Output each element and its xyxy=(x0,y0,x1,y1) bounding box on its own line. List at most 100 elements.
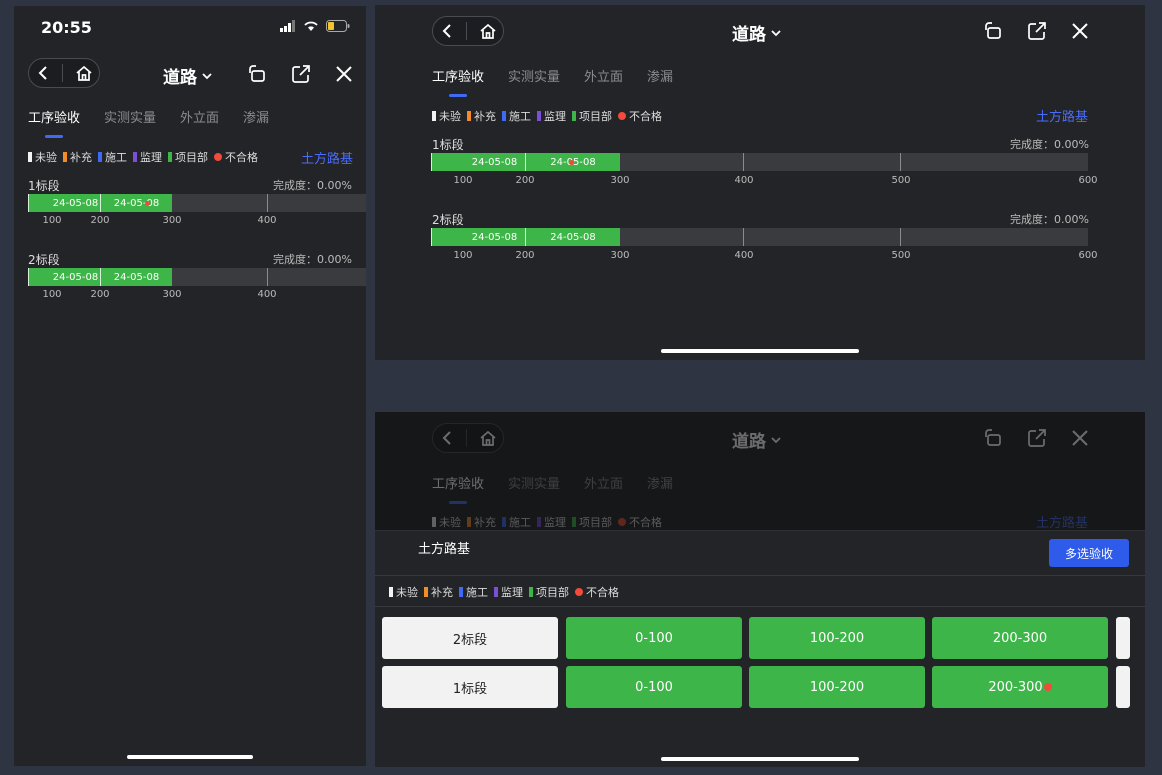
wifi-icon xyxy=(304,21,318,31)
nav-capsule xyxy=(432,16,504,46)
rotate-icon xyxy=(985,22,1001,39)
signal-icon xyxy=(280,20,295,32)
tick-label: 300 xyxy=(162,289,182,300)
tick-label: 400 xyxy=(257,215,277,226)
external-link-icon xyxy=(292,65,310,83)
divider xyxy=(375,606,1145,607)
external-link-icon xyxy=(1028,22,1046,40)
tick-label: 600 xyxy=(1078,175,1098,186)
segment-track[interactable]: 24-05-08 24-05-08 xyxy=(431,228,1088,246)
sheet-title: 土方路基 xyxy=(418,542,471,557)
switch-button[interactable] xyxy=(248,64,268,84)
tab-facade[interactable]: 外立面 xyxy=(180,107,219,126)
tab-leakage[interactable]: 渗漏 xyxy=(243,107,269,126)
home-indicator[interactable] xyxy=(661,349,859,353)
tab-process-acceptance[interactable]: 工序验收 xyxy=(432,66,484,85)
category-link[interactable]: 土方路基 xyxy=(1036,106,1088,125)
segment-progress: 完成度：0.00% xyxy=(1010,138,1089,151)
defect-marker xyxy=(1043,683,1052,691)
tick-mark xyxy=(267,194,268,212)
inspection-block[interactable]: 24-05-08 xyxy=(431,153,525,171)
segment-row: 2标段 完成度：0.00% xyxy=(28,251,352,267)
inspection-block[interactable]: 24-05-08 xyxy=(100,268,172,286)
legend-item: 不合格 xyxy=(575,584,619,600)
inspection-block[interactable]: 24-05-08 xyxy=(431,228,525,246)
range-cell-label: 200-300 xyxy=(988,679,1043,695)
tick-mark xyxy=(743,153,744,171)
segment-label-cell: 2标段 xyxy=(382,617,558,659)
tick-label: 400 xyxy=(734,250,754,261)
tick-label: 200 xyxy=(90,289,110,300)
inspection-block[interactable]: 24-05-08 xyxy=(100,194,172,212)
legend: 未验 补充 施工 监理 项目部 不合格 xyxy=(389,584,619,600)
close-icon xyxy=(336,66,352,82)
segment-track[interactable]: 24-05-08 24-05-08 xyxy=(28,194,366,212)
legend-item: 补充 xyxy=(424,584,453,600)
legend-item: 未验 xyxy=(389,584,418,600)
segment-track[interactable]: 24-05-08 24-05-08 xyxy=(431,153,1088,171)
tick-label: 100 xyxy=(453,175,473,186)
tick-label: 200 xyxy=(515,250,535,261)
nav-bar: 道路 xyxy=(14,56,366,100)
category-link[interactable]: 土方路基 xyxy=(301,148,353,167)
tab-measurement[interactable]: 实测实量 xyxy=(508,66,560,85)
share-button[interactable] xyxy=(1027,21,1047,41)
tab-measurement[interactable]: 实测实量 xyxy=(104,107,156,126)
home-indicator[interactable] xyxy=(127,755,253,759)
inspection-block[interactable]: 24-05-08 xyxy=(28,268,100,286)
range-cell[interactable]: 200-300 xyxy=(932,617,1108,659)
home-icon[interactable] xyxy=(75,65,93,81)
defect-marker xyxy=(569,160,574,165)
inspection-block[interactable]: 24-05-08 xyxy=(28,194,100,212)
multi-select-button[interactable]: 多选验收 xyxy=(1049,539,1129,567)
overlay-mask[interactable] xyxy=(375,412,1145,530)
inspection-block[interactable]: 24-05-08 xyxy=(525,228,620,246)
close-button[interactable] xyxy=(335,65,353,83)
home-indicator[interactable] xyxy=(661,757,859,761)
switch-button[interactable] xyxy=(984,21,1004,41)
segment-name: 2标段 xyxy=(28,253,60,267)
home-icon[interactable] xyxy=(479,23,497,39)
legend-item: 监理 xyxy=(537,108,566,124)
page-title[interactable]: 道路 xyxy=(732,20,782,45)
back-icon[interactable] xyxy=(439,23,455,39)
legend-item: 不合格 xyxy=(618,108,662,124)
range-cell[interactable]: 200-300 xyxy=(932,666,1108,708)
segment-track[interactable]: 24-05-08 24-05-08 xyxy=(28,268,366,286)
tick-label: 200 xyxy=(515,175,535,186)
close-icon xyxy=(1072,23,1088,39)
page-title-text: 道路 xyxy=(163,68,197,88)
tablet-screen: 道路 工序验收 实测实量 外立面 渗漏 未验 补充 施工 监理 项目部 不合格 … xyxy=(375,5,1145,360)
tick-label: 100 xyxy=(42,289,62,300)
tab-leakage[interactable]: 渗漏 xyxy=(647,66,673,85)
tab-process-acceptance[interactable]: 工序验收 xyxy=(28,107,80,126)
segment-name: 1标段 xyxy=(28,179,60,193)
share-button[interactable] xyxy=(291,64,311,84)
tick-label: 300 xyxy=(610,175,630,186)
segment-name: 1标段 xyxy=(432,138,464,152)
legend-item: 监理 xyxy=(133,149,162,165)
legend: 未验 补充 施工 监理 项目部 不合格 xyxy=(432,108,662,124)
multi-select-label: 多选验收 xyxy=(1064,546,1113,561)
tick-mark xyxy=(900,228,901,246)
range-cell-partial[interactable] xyxy=(1116,617,1130,659)
segment-progress: 完成度：0.00% xyxy=(273,179,352,192)
legend: 未验 补充 施工 监理 项目部 不合格 xyxy=(28,149,258,165)
range-cell-partial[interactable] xyxy=(1116,666,1130,708)
legend-item: 施工 xyxy=(98,149,127,165)
tab-bar: 工序验收 实测实量 外立面 渗漏 xyxy=(28,107,269,126)
close-button[interactable] xyxy=(1071,22,1089,40)
tick-label: 500 xyxy=(891,175,911,186)
tablet-screen-with-sheet: 道路 工序验收 实测实量 外立面 渗漏 未验 补充 施工 监理 项目部 不合格 … xyxy=(375,412,1145,767)
range-cell[interactable]: 0-100 xyxy=(566,617,742,659)
page-title[interactable]: 道路 xyxy=(163,63,213,88)
segment-label-cell: 1标段 xyxy=(382,666,558,708)
range-cell[interactable]: 100-200 xyxy=(749,666,925,708)
tick-mark xyxy=(743,228,744,246)
tab-facade[interactable]: 外立面 xyxy=(584,66,623,85)
range-cell[interactable]: 100-200 xyxy=(749,617,925,659)
range-cell[interactable]: 0-100 xyxy=(566,666,742,708)
tick-label: 400 xyxy=(734,175,754,186)
tick-label: 400 xyxy=(257,289,277,300)
back-icon[interactable] xyxy=(35,65,51,81)
